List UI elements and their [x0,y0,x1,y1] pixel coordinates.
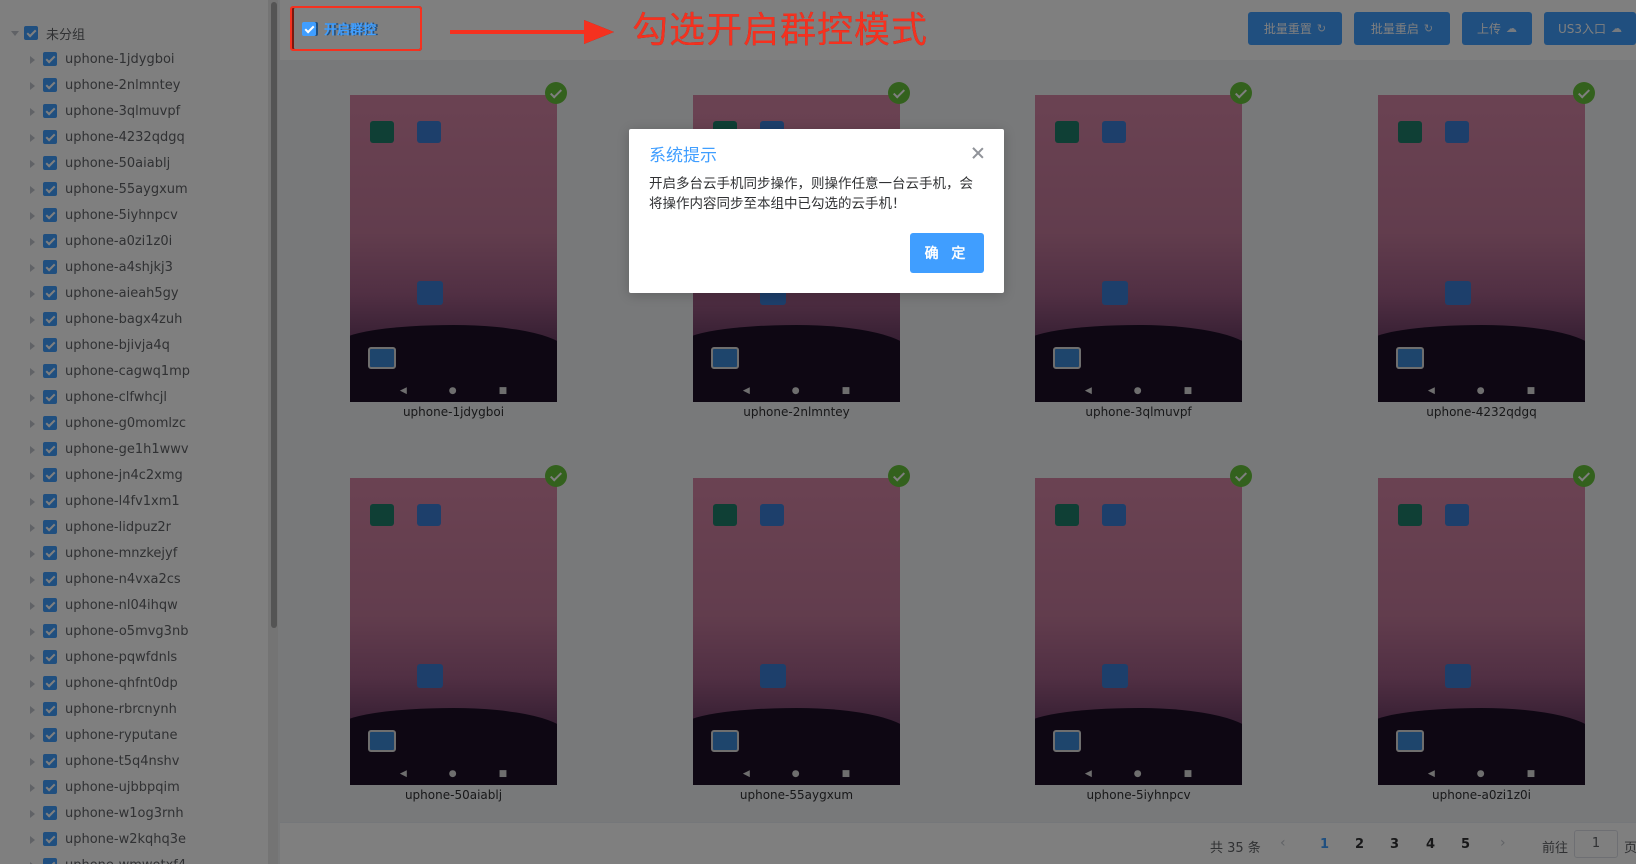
dialog-message: 开启多台云手机同步操作，则操作任意一台云手机，会将操作内容同步至本组中已勾选的云… [649,176,973,212]
close-icon[interactable] [972,147,984,159]
dialog-title: 系统提示 [649,146,717,166]
group-control-label: 开启群控 [324,23,377,38]
group-control-checkbox[interactable] [302,21,316,36]
system-prompt-dialog: 系统提示 开启多台云手机同步操作，则操作任意一台云手机，会将操作内容同步至本组中… [629,129,1004,293]
annotation-text: 勾选开启群控模式 [632,10,929,51]
group-control-highlight[interactable]: 开启群控 [290,6,422,51]
confirm-button[interactable]: 确 定 [910,233,984,273]
annotation-arrow-icon [450,20,614,44]
